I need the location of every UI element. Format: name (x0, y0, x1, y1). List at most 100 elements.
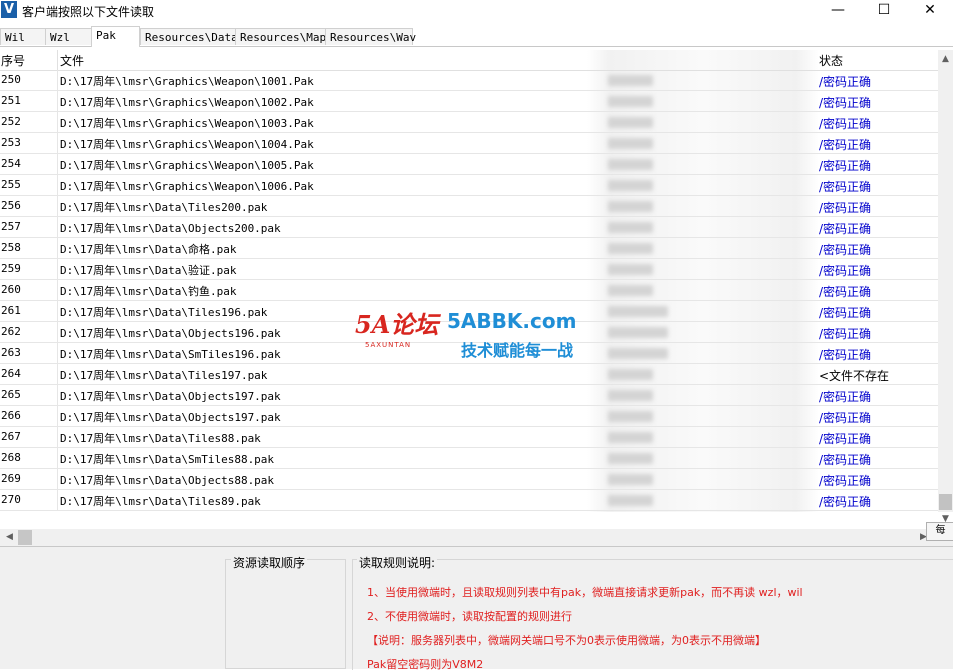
redacted-value (608, 306, 668, 317)
redacted-value (608, 201, 653, 212)
redacted-value (608, 222, 653, 233)
row-number: 250 (1, 73, 21, 86)
rule-line-3: 【说明：服务器列表中，微端网关端口号不为0表示使用微端，为0表示不用微端】 (367, 634, 766, 647)
redacted-value (608, 495, 653, 506)
bottom-panel: 资源读取顺序 1、当使用微端时，且读取规则列表中有pak，微端直接请求更新pak… (0, 546, 953, 671)
column-divider (57, 259, 58, 280)
redacted-value (608, 159, 653, 170)
table-row[interactable]: 261 D:\17周年\lmsr\Data\Tiles196.pak/密码正确 (0, 301, 938, 322)
table-row[interactable]: 260 D:\17周年\lmsr\Data\钓鱼.pak/密码正确 (0, 280, 938, 301)
row-status: /密码正确 (819, 432, 872, 446)
row-status: /密码正确 (819, 348, 872, 362)
redacted-value (608, 327, 668, 338)
table-row[interactable]: 265 D:\17周年\lmsr\Data\Objects197.pak/密码正确 (0, 385, 938, 406)
row-file-path: D:\17周年\lmsr\Graphics\Weapon\1005.Pak (60, 159, 314, 172)
table-row[interactable]: 254 D:\17周年\lmsr\Graphics\Weapon\1005.Pak… (0, 154, 938, 175)
tab-resources-map[interactable]: Resources\Map (235, 28, 326, 45)
horizontal-scrollbar[interactable]: ◀ ▶ (0, 529, 953, 546)
tab-resources-wav[interactable]: Resources\Wav (325, 28, 416, 45)
table-row[interactable]: 259 D:\17周年\lmsr\Data\验证.pak/密码正确 (0, 259, 938, 280)
row-number: 268 (1, 451, 21, 464)
table-row[interactable]: 270 D:\17周年\lmsr\Data\Tiles89.pak/密码正确 (0, 490, 938, 511)
vertical-scroll-thumb[interactable] (939, 494, 952, 510)
table-row[interactable]: 269 D:\17周年\lmsr\Data\Objects88.pak/密码正确 (0, 469, 938, 490)
column-header-no[interactable]: 序号 (1, 52, 25, 69)
column-divider (57, 385, 58, 406)
row-status: /密码正确 (819, 138, 872, 152)
table-row[interactable]: 253 D:\17周年\lmsr\Graphics\Weapon\1004.Pak… (0, 133, 938, 154)
redacted-value (608, 264, 653, 275)
horizontal-scroll-thumb[interactable] (18, 530, 32, 545)
row-file-path: D:\17周年\lmsr\Graphics\Weapon\1004.Pak (60, 138, 314, 151)
redacted-value (608, 117, 653, 128)
redacted-value (608, 411, 653, 422)
table-row[interactable]: 250 D:\17周年\lmsr\Graphics\Weapon\1001.Pak… (0, 70, 938, 91)
row-number: 266 (1, 409, 21, 422)
row-status: /密码正确 (819, 75, 872, 89)
row-status: /密码正确 (819, 390, 872, 404)
row-number: 267 (1, 430, 21, 443)
file-list-grid[interactable]: 序号 文件 状态 250 D:\17周年\lmsr\Graphics\Weapon… (0, 50, 953, 512)
tooltip: 每 (926, 522, 953, 541)
table-row[interactable]: 264 D:\17周年\lmsr\Data\Tiles197.pak <文件不存在 (0, 364, 938, 385)
column-header-status[interactable]: 状态 (819, 52, 843, 69)
table-row[interactable]: 262 D:\17周年\lmsr\Data\Objects196.pak/密码正确 (0, 322, 938, 343)
close-button[interactable]: ✕ (907, 0, 953, 22)
tab-wzl[interactable]: Wzl (45, 28, 92, 45)
redacted-value (608, 75, 653, 86)
table-row[interactable]: 255 D:\17周年\lmsr\Graphics\Weapon\1006.Pak… (0, 175, 938, 196)
row-status: /密码正确 (819, 495, 872, 509)
table-row[interactable]: 257 D:\17周年\lmsr\Data\Objects200.pak/密码正确 (0, 217, 938, 238)
column-divider (57, 175, 58, 196)
rule-line-2: 2、不使用微端时，读取按配置的规则进行 (367, 610, 572, 623)
column-divider (57, 406, 58, 427)
row-number: 255 (1, 178, 21, 191)
tab-strip: Wil Wzl Pak Resources\Data Resources\Map… (0, 26, 953, 47)
redacted-value (608, 453, 653, 464)
row-file-path: D:\17周年\lmsr\Data\Tiles88.pak (60, 432, 261, 445)
row-file-path: D:\17周年\lmsr\Data\钓鱼.pak (60, 285, 237, 298)
table-row[interactable]: 251 D:\17周年\lmsr\Graphics\Weapon\1002.Pak… (0, 91, 938, 112)
row-status: /密码正确 (819, 222, 872, 236)
row-file-path: D:\17周年\lmsr\Data\Tiles89.pak (60, 495, 261, 508)
resource-order-list[interactable] (225, 559, 346, 669)
row-status: /密码正确 (819, 285, 872, 299)
tab-wil[interactable]: Wil (0, 28, 46, 45)
minimize-button[interactable]: — (815, 0, 861, 22)
table-row[interactable]: 258 D:\17周年\lmsr\Data\命格.pak/密码正确 (0, 238, 938, 259)
row-file-path: D:\17周年\lmsr\Graphics\Weapon\1001.Pak (60, 75, 314, 88)
row-status: /密码正确 (819, 96, 872, 110)
column-divider (57, 490, 58, 511)
tab-resources-data[interactable]: Resources\Data (140, 28, 238, 45)
maximize-button[interactable]: ☐ (861, 0, 907, 22)
row-file-path: D:\17周年\lmsr\Data\Tiles197.pak (60, 369, 268, 382)
column-divider (57, 238, 58, 259)
column-divider (57, 427, 58, 448)
vertical-scrollbar[interactable]: ▲ ▼ (938, 50, 953, 524)
scroll-up-arrow-icon[interactable]: ▲ (938, 52, 953, 67)
row-status: /密码正确 (819, 243, 872, 257)
table-row[interactable]: 266 D:\17周年\lmsr\Data\Objects197.pak/密码正确 (0, 406, 938, 427)
row-number: 270 (1, 493, 21, 506)
table-row[interactable]: 256 D:\17周年\lmsr\Data\Tiles200.pak/密码正确 (0, 196, 938, 217)
redacted-value (608, 96, 653, 107)
column-header-file[interactable]: 文件 (60, 52, 84, 69)
row-file-path: D:\17周年\lmsr\Graphics\Weapon\1002.Pak (60, 96, 314, 109)
row-file-path: D:\17周年\lmsr\Data\验证.pak (60, 264, 237, 277)
table-row[interactable]: 252 D:\17周年\lmsr\Graphics\Weapon\1003.Pak… (0, 112, 938, 133)
row-file-path: D:\17周年\lmsr\Data\Objects197.pak (60, 411, 281, 424)
row-number: 253 (1, 136, 21, 149)
row-file-path: D:\17周年\lmsr\Data\Tiles196.pak (60, 306, 268, 319)
rule-line-4: Pak留空密码则为V8M2 (367, 658, 484, 671)
app-icon: V (1, 1, 17, 18)
table-row[interactable]: 263 D:\17周年\lmsr\Data\SmTiles196.pak/密码正确 (0, 343, 938, 364)
scroll-left-arrow-icon[interactable]: ◀ (2, 530, 17, 545)
column-divider (57, 217, 58, 238)
tab-pak[interactable]: Pak (91, 26, 140, 47)
row-number: 269 (1, 472, 21, 485)
table-row[interactable]: 267 D:\17周年\lmsr\Data\Tiles88.pak/密码正确 (0, 427, 938, 448)
table-row[interactable]: 268 D:\17周年\lmsr\Data\SmTiles88.pak/密码正确 (0, 448, 938, 469)
redacted-value (608, 285, 653, 296)
row-file-path: D:\17周年\lmsr\Data\命格.pak (60, 243, 237, 256)
rules-title: 读取规则说明: (357, 554, 438, 571)
